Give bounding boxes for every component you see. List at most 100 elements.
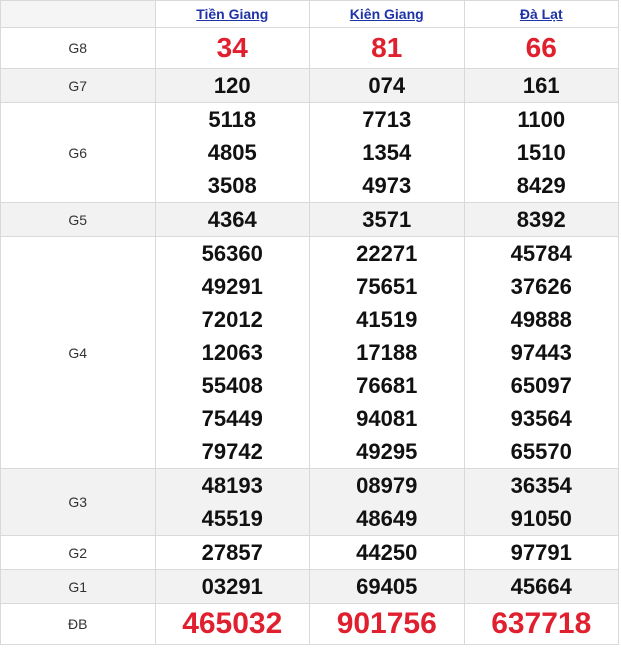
- prize-label: G7: [0, 68, 156, 103]
- prize-number: 5118: [208, 107, 257, 132]
- prize-number: 93564: [510, 406, 572, 431]
- prize-number: 637718: [491, 607, 592, 640]
- prize-cell: 074: [309, 68, 465, 103]
- results-body: G8 34 81 66 G7 120 074 161 G6 5118 4805 3508 7713 135…: [0, 27, 619, 645]
- prize-number: 1510: [516, 140, 566, 165]
- prize-number: 074: [368, 73, 406, 98]
- prize-label: ĐB: [0, 603, 156, 645]
- lottery-results-table: Tiền Giang Kiên Giang Đà Lạt G8 34 81 66 G7 1…: [0, 0, 619, 645]
- prize-cell: 69405: [309, 569, 465, 604]
- prize-number: 97791: [510, 540, 572, 565]
- prize-number: 49291: [201, 274, 263, 299]
- prize-number: 36354: [510, 473, 572, 498]
- prize-number: 4364: [207, 207, 257, 232]
- prize-label: G3: [0, 468, 156, 536]
- prize-cell: 901756: [309, 603, 465, 645]
- prize-row: G1 03291 69405 45664: [0, 569, 619, 604]
- prize-row: G5 4364 3571 8392: [0, 202, 619, 237]
- prize-number: 75651: [356, 274, 418, 299]
- prize-number: 69405: [356, 574, 418, 599]
- corner-cell: [0, 0, 156, 28]
- prize-cell: 45664: [463, 569, 619, 604]
- prize-row: G8 34 81 66: [0, 27, 619, 69]
- prize-number: 1354: [362, 140, 412, 165]
- prize-number: 7713: [362, 107, 412, 132]
- prize-label: G6: [0, 102, 156, 203]
- province-link-kien-giang[interactable]: Kiên Giang: [350, 6, 424, 22]
- prize-cell: 120: [154, 68, 310, 103]
- prize-number: 17188: [356, 340, 418, 365]
- prize-number: 41519: [356, 307, 418, 332]
- prize-cell: 48193 45519: [154, 468, 310, 536]
- prize-number: 37626: [510, 274, 572, 299]
- prize-number: 1100: [517, 107, 566, 132]
- prize-number: 8429: [516, 173, 566, 198]
- prize-number: 75449: [201, 406, 263, 431]
- prize-number: 12063: [201, 340, 263, 365]
- prize-number: 45784: [510, 241, 572, 266]
- prize-number: 4805: [207, 140, 257, 165]
- prize-number: 45664: [510, 574, 572, 599]
- prize-row: G7 120 074 161: [0, 68, 619, 103]
- prize-number: 97443: [510, 340, 572, 365]
- prize-number: 03291: [201, 574, 263, 599]
- prize-number: 65570: [510, 439, 572, 464]
- prize-number: 76681: [356, 373, 418, 398]
- prize-number: 72012: [201, 307, 263, 332]
- prize-number: 48649: [356, 506, 418, 531]
- prize-number: 3508: [207, 173, 257, 198]
- prize-row: G4 56360 49291 72012 12063 55408 75449 79742 222…: [0, 236, 619, 469]
- prize-number: 81: [371, 32, 403, 63]
- province-header: Đà Lạt: [463, 0, 619, 28]
- province-header: Tiền Giang: [154, 0, 310, 28]
- prize-number: 22271: [356, 241, 418, 266]
- prize-number: 45519: [201, 506, 263, 531]
- prize-number: 27857: [201, 540, 263, 565]
- prize-number: 901756: [336, 607, 437, 640]
- prize-number: 120: [213, 73, 251, 98]
- prize-label: G5: [0, 202, 156, 237]
- prize-label: G1: [0, 569, 156, 604]
- prize-cell: 465032: [154, 603, 310, 645]
- prize-number: 4973: [362, 173, 412, 198]
- prize-cell: 637718: [463, 603, 619, 645]
- prize-number: 34: [216, 32, 248, 63]
- prize-number: 465032: [182, 607, 283, 640]
- prize-number: 91050: [510, 506, 572, 531]
- prize-cell: 22271 75651 41519 17188 76681 94081 49295: [309, 236, 465, 469]
- prize-cell: 3571: [309, 202, 465, 237]
- prize-number: 3571: [362, 207, 412, 232]
- prize-number: 79742: [201, 439, 263, 464]
- prize-cell: 66: [463, 27, 619, 69]
- prize-number: 8392: [516, 207, 566, 232]
- prize-label: G8: [0, 27, 156, 69]
- prize-cell: 4364: [154, 202, 310, 237]
- prize-cell: 7713 1354 4973: [309, 102, 465, 203]
- prize-cell: 56360 49291 72012 12063 55408 75449 79742: [154, 236, 310, 469]
- prize-row: G6 5118 4805 3508 7713 1354 4973 1100 1510 8429: [0, 102, 619, 203]
- prize-number: 161: [522, 73, 560, 98]
- prize-row: ĐB 465032 901756 637718: [0, 603, 619, 645]
- prize-number: 49888: [510, 307, 572, 332]
- prize-number: 94081: [356, 406, 418, 431]
- prize-label: G2: [0, 535, 156, 570]
- prize-cell: 36354 91050: [463, 468, 619, 536]
- prize-number: 55408: [201, 373, 263, 398]
- prize-number: 08979: [356, 473, 418, 498]
- prize-cell: 45784 37626 49888 97443 65097 93564 65570: [463, 236, 619, 469]
- prize-number: 56360: [201, 241, 263, 266]
- prize-number: 49295: [356, 439, 418, 464]
- header-row: Tiền Giang Kiên Giang Đà Lạt: [0, 0, 619, 28]
- province-link-da-lat[interactable]: Đà Lạt: [520, 6, 563, 22]
- prize-cell: 08979 48649: [309, 468, 465, 536]
- prize-cell: 34: [154, 27, 310, 69]
- prize-cell: 161: [463, 68, 619, 103]
- prize-cell: 03291: [154, 569, 310, 604]
- prize-cell: 97791: [463, 535, 619, 570]
- prize-cell: 27857: [154, 535, 310, 570]
- province-link-tien-giang[interactable]: Tiền Giang: [196, 6, 268, 22]
- prize-cell: 8392: [463, 202, 619, 237]
- prize-row: G2 27857 44250 97791: [0, 535, 619, 570]
- prize-cell: 81: [309, 27, 465, 69]
- province-header: Kiên Giang: [309, 0, 465, 28]
